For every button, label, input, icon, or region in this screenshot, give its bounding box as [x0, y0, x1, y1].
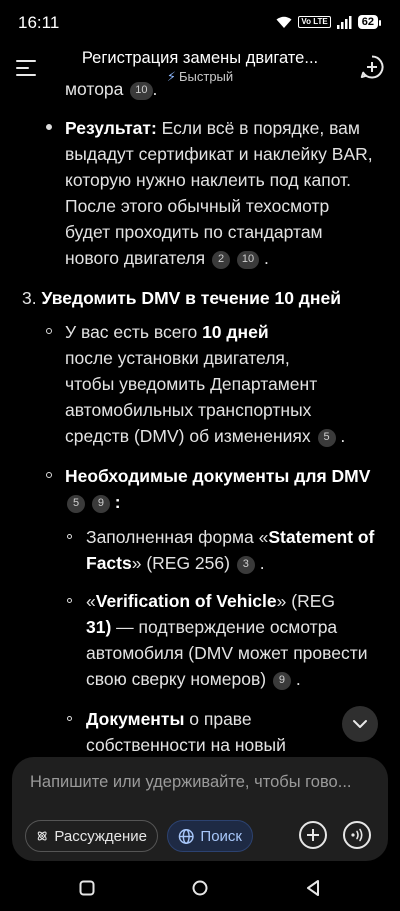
new-chat-icon[interactable]	[359, 54, 385, 80]
documents-heading: Необходимые документы для DMV 5 9 :	[65, 466, 371, 513]
home-icon[interactable]	[192, 880, 208, 896]
scroll-down-button[interactable]	[342, 706, 378, 742]
search-label: Поиск	[200, 827, 242, 845]
citation-chip[interactable]: 9	[91, 495, 110, 513]
signal-icon	[336, 15, 352, 29]
citation-chip[interactable]: 5	[317, 429, 336, 447]
plus-icon	[307, 829, 319, 841]
atom-icon	[37, 831, 47, 841]
voice-mode-button[interactable]	[343, 821, 371, 849]
reasoning-button[interactable]: Рассуждение	[25, 820, 158, 852]
bullet-dot	[46, 124, 52, 130]
citation-chip[interactable]: 5	[67, 495, 85, 513]
citation-chip[interactable]: 10	[236, 251, 260, 269]
citation-chip[interactable]: 3	[236, 556, 255, 574]
deadline-paragraph: У вас есть всего 10 дней после установки…	[65, 322, 346, 447]
volte-badge: Vo LTE	[298, 16, 331, 28]
partial-line: мотора 10.	[65, 80, 158, 100]
voice-wave-icon	[351, 828, 363, 842]
chat-title[interactable]: Регистрация замены двигате...	[60, 49, 340, 68]
menu-icon[interactable]	[14, 56, 40, 80]
recents-icon[interactable]	[79, 880, 95, 896]
back-icon[interactable]	[305, 879, 321, 897]
globe-icon	[178, 828, 194, 844]
citation-chip[interactable]: 10	[130, 82, 153, 100]
wifi-icon	[276, 16, 292, 28]
status-time: 16:11	[18, 13, 60, 32]
system-nav-bar	[0, 868, 400, 911]
prompt-input[interactable]: Напишите или удерживайте, чтобы гово...	[30, 773, 370, 792]
status-icons: Vo LTE 62	[276, 15, 382, 29]
sub-bullet-dot	[67, 716, 72, 721]
sub-bullet-dot	[67, 598, 72, 603]
sub-bullet-dot	[67, 534, 72, 539]
citation-chip[interactable]: 9	[272, 672, 291, 690]
doc-item-verification: «Verification of Vehicle» (REG 31) — под…	[86, 591, 368, 690]
step-heading: 3. Уведомить DMV в течение 10 дней	[22, 288, 341, 308]
battery-indicator: 62	[357, 15, 382, 29]
status-bar: 16:11 Vo LTE 62	[0, 0, 400, 44]
prompt-panel: Напишите или удерживайте, чтобы гово... …	[12, 757, 388, 861]
chat-response: мотора 10. Результат: Если всё в порядке…	[0, 80, 400, 760]
result-paragraph: Результат: Если всё в порядке, вам выдад…	[65, 118, 373, 269]
citation-chip[interactable]: 2	[212, 251, 230, 269]
doc-item-statement-of-facts: Заполненная форма «Statement of Facts» (…	[86, 527, 375, 574]
bullet-dot	[46, 328, 52, 334]
chevron-down-icon	[353, 720, 367, 728]
bullet-dot	[46, 472, 52, 478]
reasoning-label: Рассуждение	[54, 827, 147, 845]
add-attachment-button[interactable]	[299, 821, 327, 849]
search-button[interactable]: Поиск	[167, 820, 253, 852]
